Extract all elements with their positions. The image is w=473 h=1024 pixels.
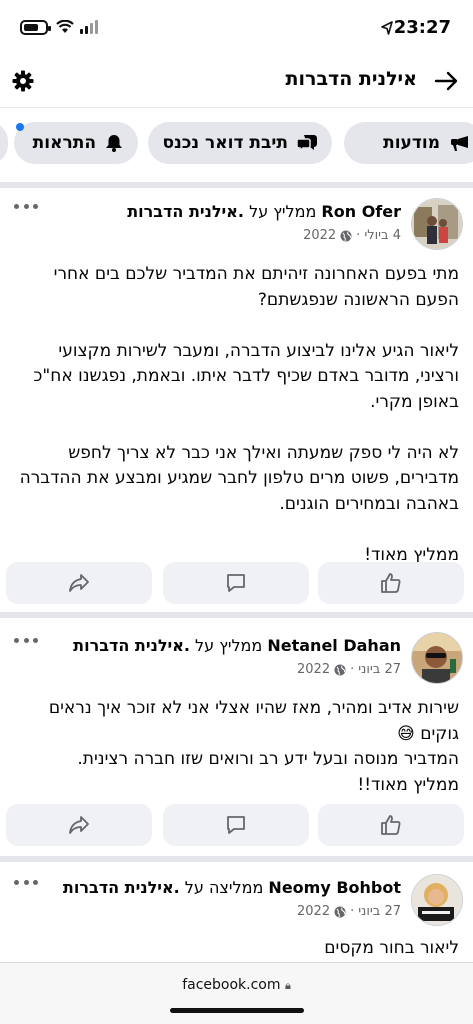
review-author[interactable]: Ron Ofer xyxy=(321,202,401,221)
comment-button[interactable] xyxy=(163,804,309,846)
review-page-link[interactable]: .אילנית הדברות xyxy=(63,878,180,897)
avatar[interactable] xyxy=(411,632,463,684)
more-options-icon[interactable] xyxy=(14,880,38,888)
review-year: 2022 xyxy=(297,662,331,677)
review-verb: ממליץ על xyxy=(249,202,317,221)
comment-icon xyxy=(227,574,245,592)
review-page-link[interactable]: .אילנית הדברות xyxy=(73,636,190,655)
tab-notifications-label: התראות xyxy=(32,133,96,153)
signal-icon xyxy=(80,20,102,34)
page-header: אילנית הדברות xyxy=(0,54,473,108)
globe-icon xyxy=(340,230,352,241)
tab-inbox[interactable]: תיבת דואר נכנס xyxy=(148,122,332,164)
url-text: facebook.com xyxy=(182,977,281,993)
divider xyxy=(0,856,473,862)
review-year: 2022 xyxy=(303,228,337,243)
tab-inbox-label: תיבת דואר נכנס xyxy=(162,133,288,153)
review-text: שירות אדיב ומהיר, מאז שהיו אצלי אני לא ז… xyxy=(48,698,459,795)
globe-icon xyxy=(334,906,346,917)
review-actions xyxy=(0,562,473,606)
wifi-icon xyxy=(56,20,74,33)
share-icon xyxy=(69,816,89,834)
divider xyxy=(0,612,473,618)
review-date[interactable]: 4 ביולי xyxy=(364,228,401,243)
tab-ads[interactable]: מודעות xyxy=(344,122,473,164)
more-options-icon[interactable] xyxy=(14,204,38,212)
review-author[interactable]: Neomy Bohbot xyxy=(268,878,401,897)
review-verb: ממליץ על xyxy=(195,636,263,655)
lock-icon: 🔒︎ xyxy=(284,979,291,992)
thumbs-up-icon xyxy=(381,573,401,593)
like-button[interactable] xyxy=(318,804,464,846)
comment-button[interactable] xyxy=(163,562,309,604)
review-date[interactable]: 27 ביוני xyxy=(358,662,401,677)
bell-icon xyxy=(106,135,122,152)
meta-dot: · xyxy=(350,662,355,677)
tab-ads-label: מודעות xyxy=(383,133,440,153)
review-header: Ron Ofer ממליץ על .אילנית הדברות xyxy=(127,202,401,221)
review-text: ליאור בחור מקסים xyxy=(324,938,459,958)
like-button[interactable] xyxy=(318,562,464,604)
page-title: אילנית הדברות xyxy=(285,68,417,90)
thumbs-up-icon xyxy=(381,815,401,835)
review-author[interactable]: Netanel Dahan xyxy=(267,636,401,655)
browser-url-bar[interactable]: facebook.com 🔒︎ xyxy=(0,962,473,1024)
meta-dot: · xyxy=(350,904,355,919)
share-button[interactable] xyxy=(6,804,152,846)
meta-dot: · xyxy=(356,228,361,243)
more-options-icon[interactable] xyxy=(14,638,38,646)
review-meta: 27 ביוני · 2022 xyxy=(297,904,401,919)
review-year: 2022 xyxy=(297,904,331,919)
url-field[interactable]: facebook.com 🔒︎ xyxy=(0,977,473,993)
share-icon xyxy=(69,574,89,592)
megaphone-icon xyxy=(451,136,468,151)
back-arrow-icon[interactable] xyxy=(433,68,459,94)
review-header: Neomy Bohbot ממליצה על .אילנית הדברות xyxy=(63,878,401,897)
review-header: Netanel Dahan ממליץ על .אילנית הדברות xyxy=(73,636,401,655)
gear-icon[interactable] xyxy=(12,70,34,92)
review-actions xyxy=(0,804,473,848)
review-meta: 4 ביולי · 2022 xyxy=(303,228,401,243)
review-date[interactable]: 27 ביוני xyxy=(358,904,401,919)
battery-icon xyxy=(20,20,51,35)
status-time: 23:27 xyxy=(393,17,451,38)
tab-notifications[interactable]: התראות xyxy=(14,122,138,164)
page-tabs: מודעות תיבת דואר נכנס התראות xyxy=(0,108,473,182)
review-verb: ממליצה על xyxy=(184,878,264,897)
globe-icon xyxy=(334,664,346,675)
status-bar: 23:27 xyxy=(0,0,473,54)
location-arrow-icon xyxy=(381,21,393,35)
avatar[interactable] xyxy=(411,874,463,926)
comment-icon xyxy=(227,816,245,834)
home-indicator[interactable] xyxy=(170,1008,304,1013)
review-page-link[interactable]: .אילנית הדברות xyxy=(127,202,244,221)
chat-icon xyxy=(296,135,317,153)
divider xyxy=(0,182,473,188)
tab-more[interactable] xyxy=(0,122,8,164)
notification-dot xyxy=(16,123,24,131)
review-meta: 27 ביוני · 2022 xyxy=(297,662,401,677)
review-text: מתי בפעם האחרונה זיהיתם את המדביר שלכם ב… xyxy=(19,264,459,565)
share-button[interactable] xyxy=(6,562,152,604)
avatar[interactable] xyxy=(411,198,463,250)
